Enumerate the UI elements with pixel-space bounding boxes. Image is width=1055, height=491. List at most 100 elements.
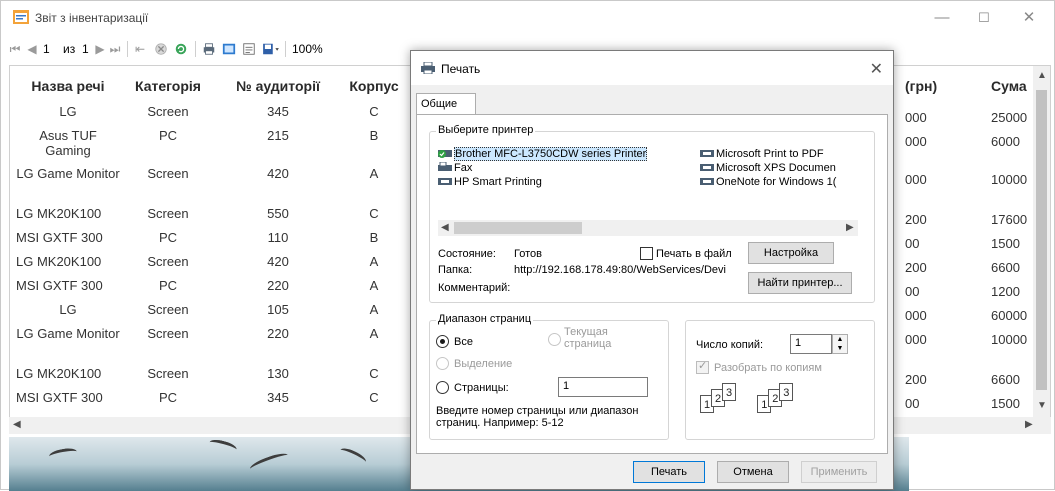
cell-name: LG Game Monitor bbox=[16, 326, 120, 341]
cell-sum: 1200 bbox=[991, 284, 1020, 299]
cell-category: PC bbox=[158, 230, 178, 245]
cell-category: Screen bbox=[147, 166, 189, 181]
printer-item[interactable]: Brother MFC-L3750CDW series Printer bbox=[438, 147, 648, 161]
cell-room: 130 bbox=[267, 366, 289, 381]
page-total: 1 bbox=[82, 42, 89, 56]
range-all-label: Все bbox=[454, 336, 473, 348]
maximize-button[interactable]: ☐ bbox=[964, 7, 1004, 29]
printer-list[interactable]: Brother MFC-L3750CDW series Printer Fax … bbox=[438, 147, 858, 212]
vertical-scrollbar[interactable]: ▲ ▼ bbox=[1033, 66, 1050, 432]
status-label: Состояние: bbox=[438, 248, 496, 260]
settings-button[interactable]: Настройка bbox=[748, 242, 834, 264]
cell-price: 00 bbox=[905, 284, 920, 299]
export-icon[interactable] bbox=[261, 42, 281, 56]
print-dialog: Печать ✕ Общие Выберите принтер Brother … bbox=[410, 50, 894, 490]
copies-input[interactable]: 1 bbox=[790, 334, 832, 354]
apply-button[interactable]: Применить bbox=[801, 461, 877, 483]
cell-price: 00 bbox=[905, 396, 920, 411]
print-to-file-label: Печать в файл bbox=[656, 248, 732, 260]
scroll-up-icon[interactable]: ▲ bbox=[1037, 70, 1047, 81]
general-panel: Выберите принтер Brother MFC-L3750CDW se… bbox=[416, 114, 888, 454]
page-range-label: Диапазон страниц bbox=[436, 313, 534, 325]
scroll-left-icon[interactable]: ◀ bbox=[441, 222, 449, 233]
cell-name: MSI GXTF 300 bbox=[16, 230, 103, 245]
back-icon[interactable]: ⇤ bbox=[133, 41, 147, 57]
scroll-thumb[interactable] bbox=[454, 222, 582, 234]
printer-icon bbox=[700, 164, 714, 171]
fax-icon bbox=[438, 162, 452, 171]
cell-name: LG MK20K100 bbox=[16, 206, 102, 221]
cell-category: Screen bbox=[147, 326, 189, 341]
printer-group: Выберите принтер Brother MFC-L3750CDW se… bbox=[429, 124, 875, 303]
minimize-button[interactable]: — bbox=[922, 7, 962, 29]
collate-checkbox[interactable]: ✓ bbox=[696, 360, 709, 374]
cell-room: 420 bbox=[267, 166, 289, 181]
print-button[interactable]: Печать bbox=[633, 461, 705, 483]
range-current-radio[interactable] bbox=[548, 333, 561, 346]
close-icon[interactable]: ✕ bbox=[870, 59, 883, 79]
cell-category: PC bbox=[158, 128, 178, 143]
range-current-label: Текущая страница bbox=[564, 326, 612, 350]
page-of-label: из bbox=[63, 42, 76, 56]
print-to-file-checkbox[interactable] bbox=[640, 247, 653, 260]
cancel-button[interactable]: Отмена bbox=[717, 461, 789, 483]
printer-item[interactable]: Microsoft XPS Documen bbox=[700, 162, 836, 174]
bird-shape bbox=[248, 450, 290, 474]
range-selection-radio[interactable] bbox=[436, 357, 449, 370]
stop-icon[interactable] bbox=[153, 42, 169, 56]
printer-list-scrollbar[interactable]: ◀ ▶ bbox=[438, 220, 858, 236]
close-button[interactable]: ✕ bbox=[1009, 7, 1049, 29]
range-all-radio[interactable] bbox=[436, 335, 449, 348]
folder-value: http://192.168.178.49:80/WebServices/Dev… bbox=[514, 264, 726, 276]
page-current[interactable]: 1 bbox=[43, 42, 50, 56]
copies-label: Число копий: bbox=[696, 339, 764, 351]
scroll-right-icon[interactable]: ▶ bbox=[1025, 419, 1033, 430]
toolbar-separator bbox=[195, 41, 196, 57]
printer-item[interactable]: HP Smart Printing bbox=[438, 176, 542, 188]
printer-item[interactable]: OneNote for Windows 1( bbox=[700, 176, 836, 188]
cell-price: 200 bbox=[905, 212, 927, 227]
scroll-right-icon[interactable]: ▶ bbox=[846, 222, 854, 233]
print-icon[interactable] bbox=[201, 42, 217, 56]
cell-category: PC bbox=[158, 278, 178, 293]
scroll-down-icon[interactable]: ▼ bbox=[1037, 400, 1047, 411]
printer-item[interactable]: Fax bbox=[438, 162, 472, 174]
printer-item[interactable]: Microsoft Print to PDF bbox=[700, 148, 824, 160]
scroll-left-icon[interactable]: ◀ bbox=[13, 419, 21, 430]
window-title: Звіт з інвентаризації bbox=[35, 11, 149, 25]
collate-label: Разобрать по копиям bbox=[714, 362, 822, 374]
cell-sum: 1500 bbox=[991, 236, 1020, 251]
prev-page-icon[interactable]: ◀ bbox=[27, 41, 37, 57]
tab-general[interactable]: Общие bbox=[416, 93, 476, 115]
refresh-icon[interactable] bbox=[173, 42, 189, 56]
range-pages-label: Страницы: bbox=[454, 382, 509, 394]
first-page-icon[interactable]: ⏮ bbox=[9, 41, 21, 57]
scroll-thumb[interactable] bbox=[1036, 90, 1047, 390]
last-page-icon[interactable]: ⏭ bbox=[109, 41, 121, 57]
cell-building: C bbox=[369, 206, 379, 221]
toolbar-separator bbox=[285, 41, 286, 57]
copies-spinner[interactable]: ▲ ▼ bbox=[832, 334, 848, 354]
range-pages-radio[interactable] bbox=[436, 381, 449, 394]
toolbar-separator bbox=[127, 41, 128, 57]
cell-sum: 10000 bbox=[991, 172, 1028, 187]
title-bar: Звіт з інвентаризації — ☐ ✕ bbox=[1, 1, 1054, 35]
printer-group-label: Выберите принтер bbox=[436, 124, 536, 136]
next-page-icon[interactable]: ▶ bbox=[95, 41, 105, 57]
cell-room: 220 bbox=[267, 278, 289, 293]
find-printer-button[interactable]: Найти принтер... bbox=[748, 272, 852, 294]
cell-category: PC bbox=[158, 390, 178, 405]
app-icon bbox=[13, 10, 29, 24]
printer-icon bbox=[438, 178, 452, 185]
zoom-select[interactable]: 100% bbox=[292, 42, 323, 56]
cell-room: 345 bbox=[267, 104, 289, 119]
bird-shape bbox=[208, 437, 238, 455]
pages-input[interactable]: 1 bbox=[558, 377, 648, 397]
page-setup-icon[interactable] bbox=[241, 42, 257, 56]
cell-building: C bbox=[369, 390, 379, 405]
cell-name: LG MK20K100 bbox=[16, 366, 102, 381]
cell-name: MSI GXTF 300 bbox=[16, 390, 103, 405]
print-layout-icon[interactable] bbox=[221, 42, 237, 56]
cell-category: Screen bbox=[147, 104, 189, 119]
collate-icon: 123 123 bbox=[700, 383, 794, 413]
